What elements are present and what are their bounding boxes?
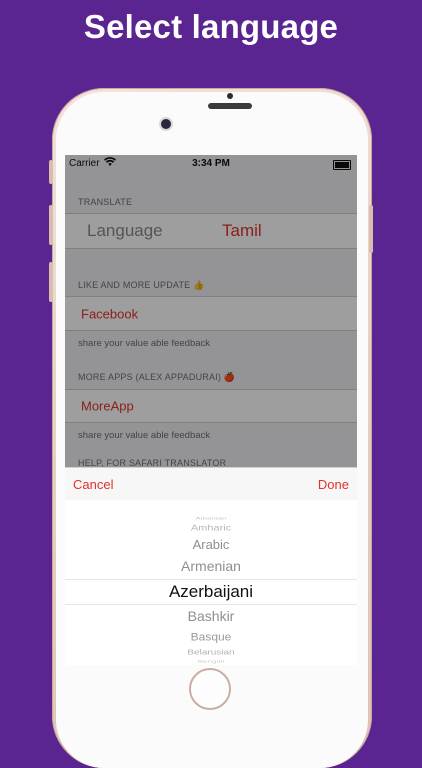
page-headline: Select language bbox=[83, 8, 339, 45]
volume-down-button bbox=[49, 262, 53, 302]
picker-selection-top-line bbox=[65, 579, 357, 580]
picker-row[interactable]: Bashkir bbox=[65, 608, 357, 624]
volume-up-button bbox=[49, 205, 53, 245]
power-button bbox=[369, 205, 373, 253]
picker-row-selected[interactable]: Azerbaijani bbox=[65, 582, 357, 602]
picker-row[interactable]: Bengali bbox=[65, 659, 357, 663]
earpiece-speaker bbox=[208, 103, 252, 109]
dim-overlay[interactable] bbox=[65, 155, 357, 467]
app-screen: Carrier 3:34 PM TRANSLATE Language Tamil… bbox=[65, 155, 357, 665]
picker-row[interactable]: Amharic bbox=[65, 524, 357, 533]
picker-row[interactable]: Armenian bbox=[65, 558, 357, 574]
language-picker[interactable]: Albanian Amharic Arabic Armenian Azerbai… bbox=[65, 500, 357, 665]
front-camera-icon bbox=[161, 119, 171, 129]
cancel-button[interactable]: Cancel bbox=[73, 477, 113, 492]
mute-switch bbox=[49, 160, 53, 184]
home-button[interactable] bbox=[189, 668, 231, 710]
picker-row[interactable]: Belarusian bbox=[65, 648, 357, 656]
picker-row[interactable]: Arabic bbox=[65, 537, 357, 552]
done-button[interactable]: Done bbox=[318, 477, 349, 492]
picker-selection-bottom-line bbox=[65, 604, 357, 605]
picker-row[interactable]: Basque bbox=[65, 631, 357, 644]
proximity-sensor bbox=[227, 93, 233, 99]
picker-row[interactable]: Albanian bbox=[65, 516, 357, 520]
picker-toolbar: Cancel Done bbox=[65, 467, 357, 501]
